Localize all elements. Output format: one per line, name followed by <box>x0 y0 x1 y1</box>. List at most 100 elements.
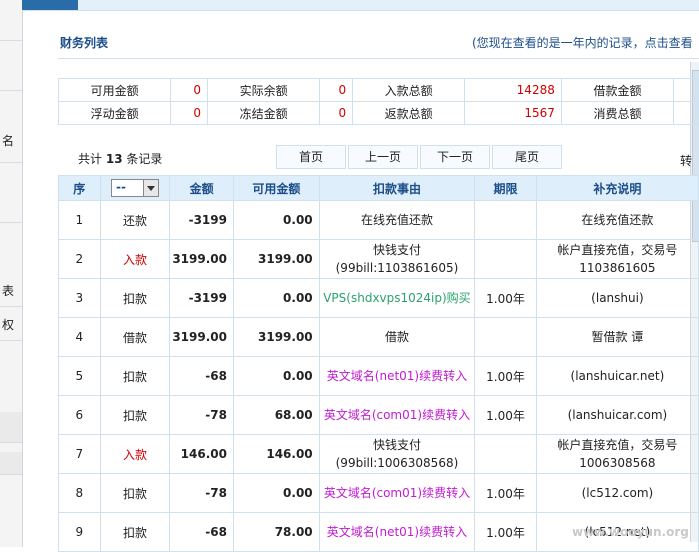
cell-term-text: 1.00年 <box>486 408 525 423</box>
table-row: 1 还款 -3199 0.00 在线充值还款 在线充值还款 <box>58 200 699 240</box>
cell-no: 7 <box>58 434 101 474</box>
cell-term <box>474 317 537 357</box>
last-page-button[interactable]: 尾页 <box>492 145 562 169</box>
summary-label: 冻结金额 <box>207 101 321 125</box>
record-count-number: 13 <box>105 152 123 166</box>
col-header-reason: 扣款事由 <box>318 175 476 201</box>
left-nav-item[interactable] <box>0 180 22 223</box>
table-header-row: 序 -- 金额 可用金额 扣款事由 期限 补充说明 <box>58 175 699 201</box>
cell-type: 还款 <box>99 200 171 240</box>
cell-amount-text: -3199 <box>188 291 227 305</box>
record-count-prefix: 共计 <box>78 152 103 166</box>
cell-note-text: 在线充值还款 <box>581 213 654 227</box>
table-row: 4 借款 3199.00 3199.00 借款 暂借款 谭 <box>58 317 699 357</box>
cell-available: 68.00 <box>232 395 320 435</box>
cell-term <box>474 434 537 474</box>
cell-available: 0.00 <box>232 473 320 513</box>
type-filter-select[interactable]: -- <box>110 179 159 197</box>
cell-reason-text: 英文域名(com01)续费转入 <box>323 486 471 500</box>
record-range-note[interactable]: (您现在查看的是一年内的记录，点击查看 <box>472 34 692 51</box>
cell-note-text: (lanshui) <box>591 291 644 305</box>
cell-note: 帐户直接充值，交易号 1006308568 <box>535 434 699 474</box>
cell-reason-text: 快钱支付 <box>372 438 421 452</box>
cell-amount-text: -3199 <box>188 213 227 227</box>
left-nav-item[interactable]: 表 <box>0 276 22 307</box>
cell-amount: -3199 <box>169 278 234 318</box>
first-page-button[interactable]: 首页 <box>276 145 346 169</box>
cell-reason-text-line2: (99bill:1006308568) <box>335 456 459 470</box>
cell-available-text: 0.00 <box>283 486 313 500</box>
cell-no: 1 <box>58 200 101 240</box>
cell-amount: 3199.00 <box>169 239 234 279</box>
left-nav-label: 权 <box>2 318 15 332</box>
cell-type-text: 扣款 <box>122 291 147 306</box>
col-header-no: 序 <box>58 175 101 201</box>
summary-label: 可用金额 <box>57 78 172 102</box>
cell-reason: 英文域名(net01)续费转入 <box>318 356 476 396</box>
left-nav-item[interactable]: 权 <box>0 310 22 341</box>
cell-reason: 在线充值还款 <box>318 200 476 240</box>
cell-no-text: 4 <box>75 330 84 344</box>
cell-term: 1.00年 <box>474 395 537 435</box>
left-nav-item[interactable]: 名 <box>0 120 22 163</box>
cell-type: 扣款 <box>99 356 171 396</box>
cell-available-text: 3199.00 <box>258 252 313 266</box>
left-nav: 名 表 权 <box>0 0 23 547</box>
cell-available: 3199.00 <box>232 317 320 357</box>
record-count-suffix: 条记录 <box>126 152 163 166</box>
summary-row: 浮动金额 0 冻结金额 0 返款总额 1567 消费总额 <box>57 101 699 125</box>
chevron-down-icon[interactable] <box>142 180 158 196</box>
cell-term <box>474 200 537 240</box>
cell-note-text: 暂借款 谭 <box>591 330 644 344</box>
cell-available: 146.00 <box>232 434 320 474</box>
summary-value: 1567 <box>464 101 562 125</box>
cell-note: (lanshuicar.com) <box>535 395 699 435</box>
cell-type-text: 还款 <box>122 213 147 228</box>
col-header-type: -- <box>99 175 171 201</box>
cell-no-text: 2 <box>75 252 84 266</box>
pagination: 首页 上一页 下一页 尾页 <box>276 145 564 169</box>
cell-available-text: 146.00 <box>266 447 313 461</box>
cell-available-text: 3199.00 <box>258 330 313 344</box>
cell-no: 5 <box>58 356 101 396</box>
cell-term-text: 1.00年 <box>486 525 525 540</box>
cell-amount: 146.00 <box>169 434 234 474</box>
divider <box>58 58 699 59</box>
col-header-note: 补充说明 <box>535 175 699 201</box>
cell-term: 1.00年 <box>474 512 537 552</box>
cell-no: 8 <box>58 473 101 513</box>
cell-type-text: 借款 <box>122 330 147 345</box>
cell-note: (lanshui) <box>535 278 699 318</box>
cell-amount-text: -68 <box>205 369 227 383</box>
cell-reason-text: 英文域名(com01)续费转入 <box>323 408 471 422</box>
cell-amount-text: -78 <box>205 486 227 500</box>
cell-amount: -78 <box>169 473 234 513</box>
left-nav-item[interactable] <box>0 452 22 475</box>
summary-label: 实际余额 <box>207 78 321 102</box>
cell-no-text: 7 <box>75 447 84 461</box>
summary-value: 0 <box>170 78 209 102</box>
cell-available: 0.00 <box>232 356 320 396</box>
cell-note-text: (lanshuicar.com) <box>567 408 668 422</box>
left-nav-item[interactable] <box>0 412 22 443</box>
cell-type-text: 入款 <box>122 447 147 462</box>
jump-label[interactable]: 转 <box>680 152 692 169</box>
cell-type: 扣款 <box>99 512 171 552</box>
next-page-button[interactable]: 下一页 <box>420 145 490 169</box>
summary-row: 可用金额 0 实际余额 0 入款总额 14288 借款金额 <box>57 78 699 102</box>
cell-note-text-line2: 1006308568 <box>579 456 656 470</box>
cell-type-text: 扣款 <box>122 486 147 501</box>
cell-available-text: 0.00 <box>283 369 313 383</box>
cell-term-text: 1.00年 <box>486 369 525 384</box>
cell-term: 1.00年 <box>474 356 537 396</box>
top-active-tab[interactable] <box>22 0 78 10</box>
prev-page-button[interactable]: 上一页 <box>348 145 418 169</box>
table-row: 3 扣款 -3199 0.00 VPS(shdxvps1024ip)购买 1.00年 (la… <box>58 278 699 318</box>
left-nav-item[interactable] <box>0 0 22 41</box>
table-row: 7 入款 146.00 146.00 快钱支付 (99bill:1006308568) 帐户… <box>58 434 699 474</box>
summary-value: 14288 <box>464 78 562 102</box>
cell-available-text: 0.00 <box>283 213 313 227</box>
cell-amount: -3199 <box>169 200 234 240</box>
left-nav-item[interactable] <box>0 48 22 91</box>
col-header-term: 期限 <box>474 175 537 201</box>
